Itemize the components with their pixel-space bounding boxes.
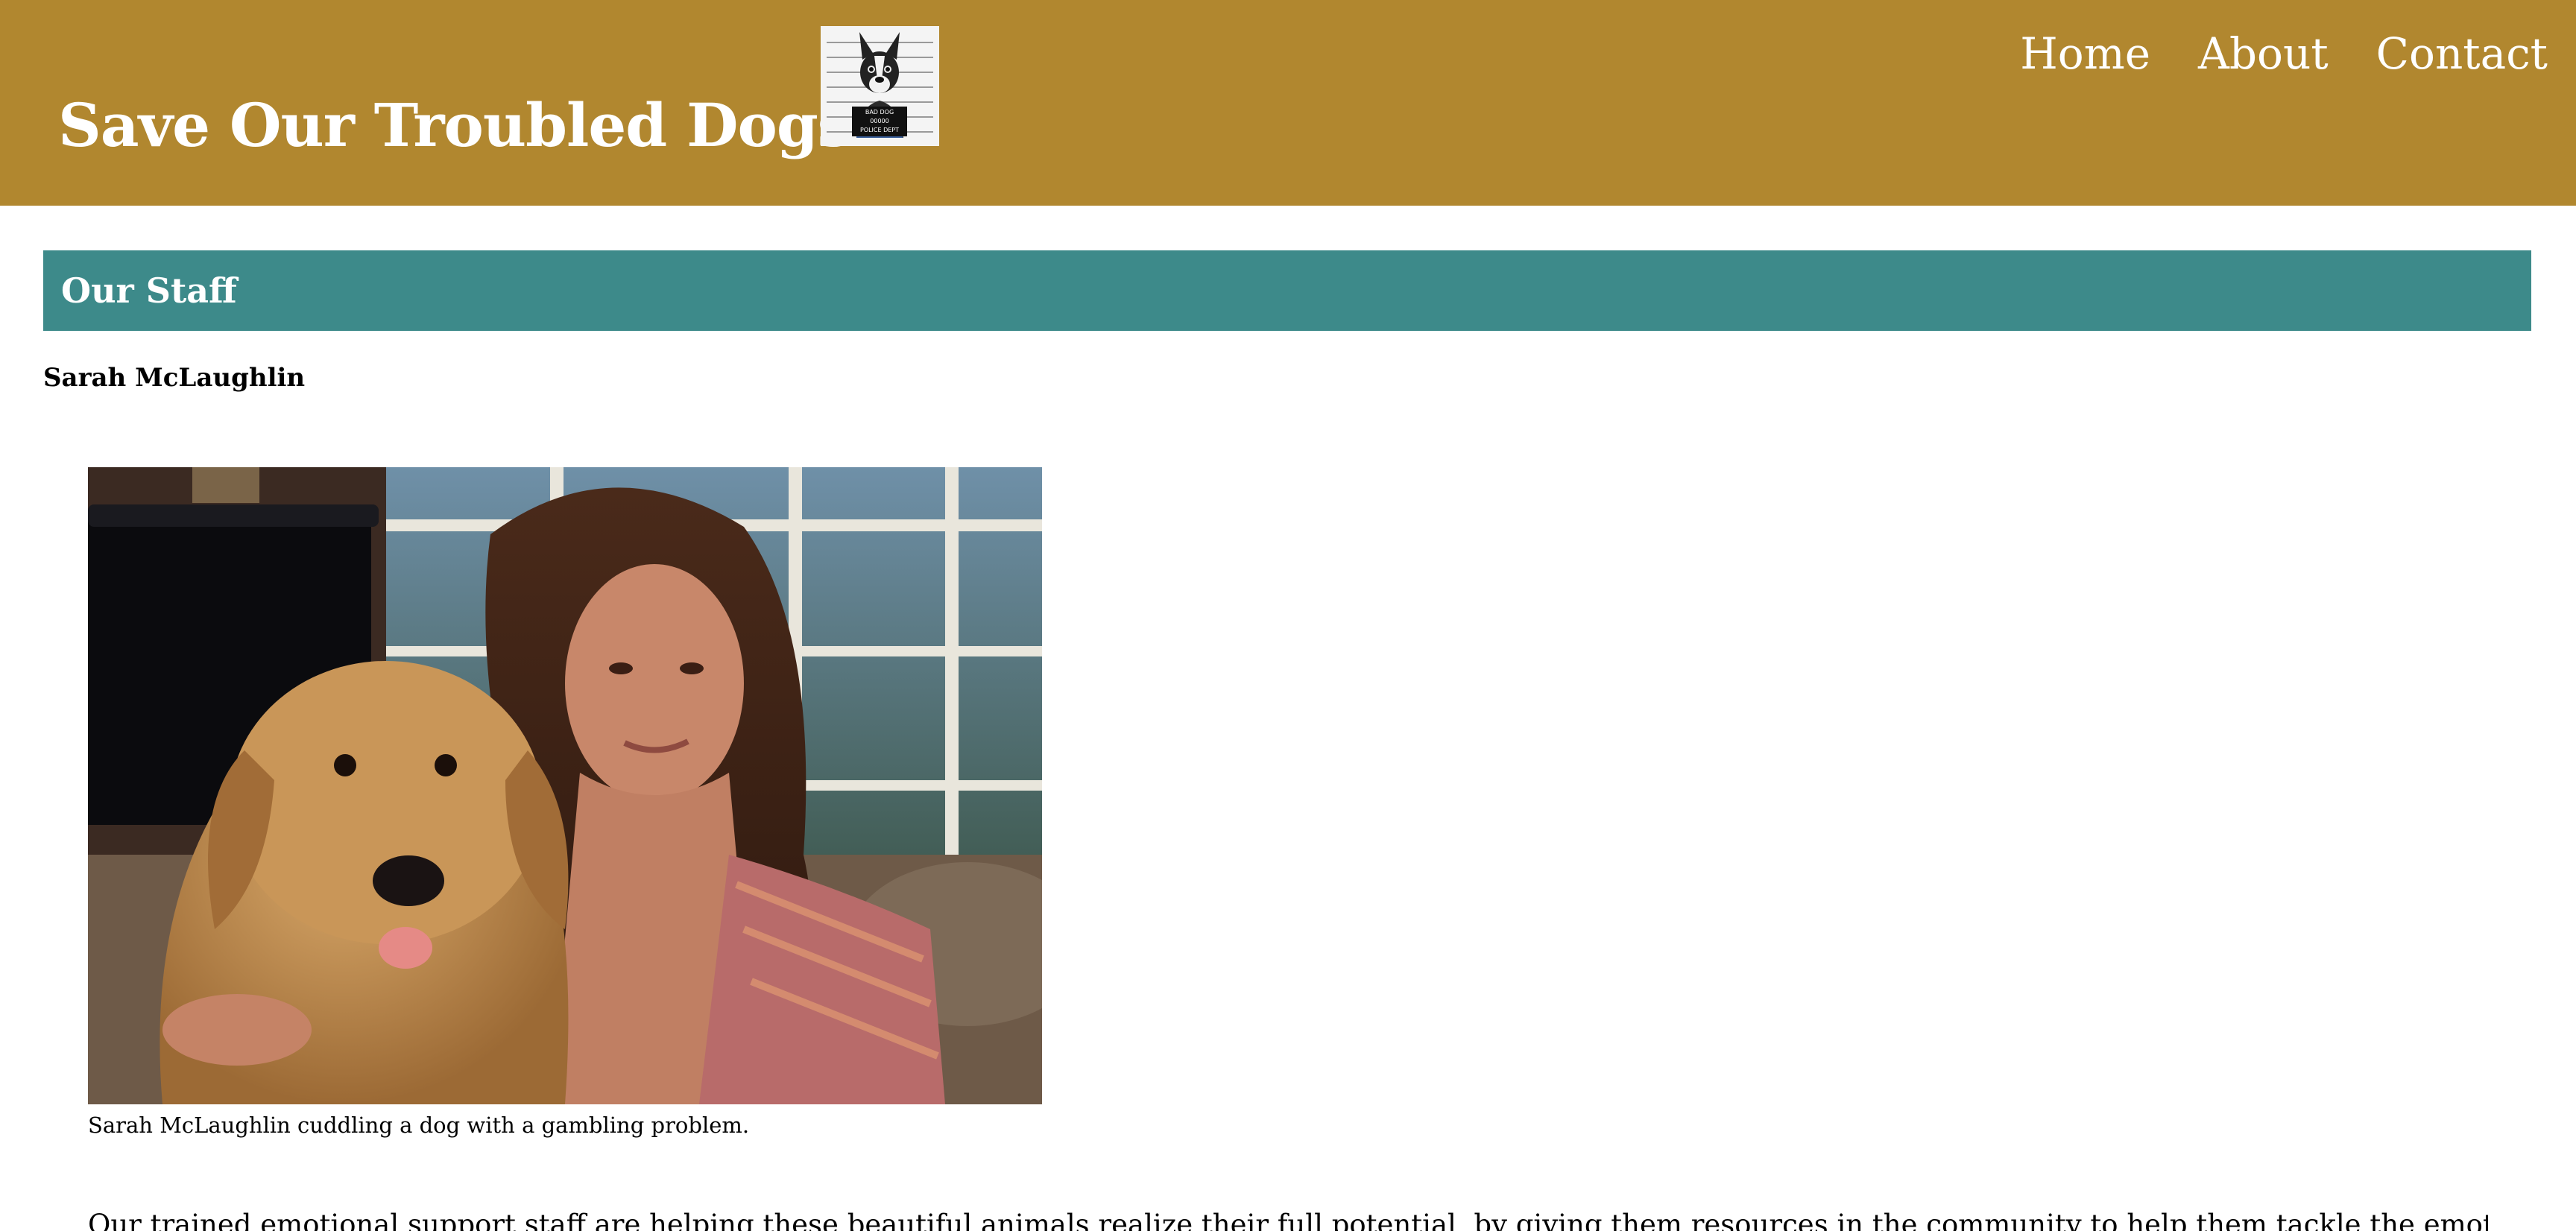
nav-link-contact[interactable]: Contact bbox=[2376, 22, 2548, 85]
nav-item-home: Home bbox=[2020, 22, 2150, 85]
logo-sign-line: 00000 bbox=[870, 118, 889, 124]
staff-intro-text: Our trained emotional support staff are … bbox=[88, 1209, 2488, 1231]
site-title: Save Our Troubled Dogs bbox=[58, 90, 851, 160]
mugshot-dog-icon: BAD DOG 00000 POLICE DEPT bbox=[821, 26, 939, 146]
nav-link-about[interactable]: About bbox=[2198, 22, 2329, 85]
nav-item-about: About bbox=[2198, 22, 2329, 85]
nav-link-home[interactable]: Home bbox=[2020, 22, 2150, 85]
section-header-bar: Our Staff bbox=[43, 250, 2531, 331]
site-header: Save Our Troubled Dogs BAD DOG 00000 POL… bbox=[0, 0, 2576, 206]
staff-name: Sarah McLaughlin bbox=[43, 363, 306, 393]
main-nav: Home About Contact bbox=[2020, 22, 2548, 85]
logo-sign-line: BAD DOG bbox=[865, 109, 894, 115]
photo-caption: Sarah McLaughlin cuddling a dog with a g… bbox=[88, 1113, 750, 1138]
staff-photo bbox=[88, 467, 1042, 1104]
nav-item-contact: Contact bbox=[2376, 22, 2548, 85]
section-title: Our Staff bbox=[61, 270, 237, 311]
logo-sign-line: POLICE DEPT bbox=[859, 127, 900, 133]
